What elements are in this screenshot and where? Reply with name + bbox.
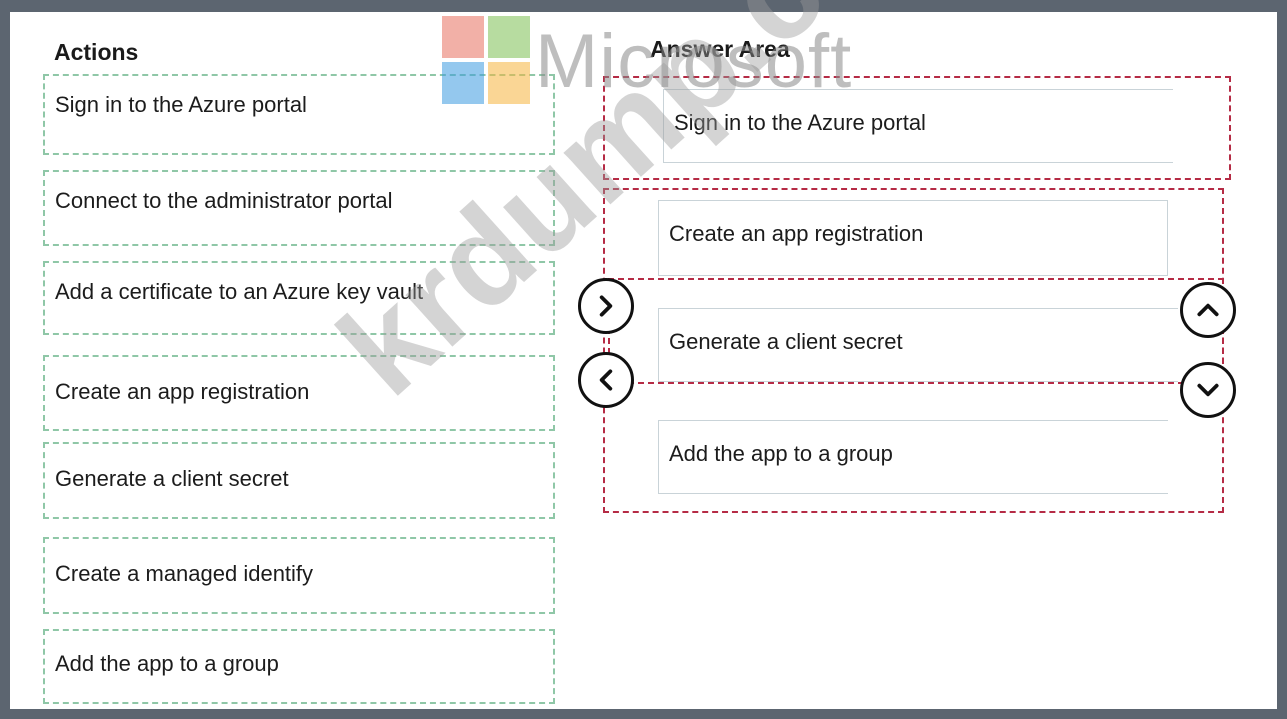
action-item[interactable]: Create an app registration bbox=[43, 355, 555, 431]
logo-square bbox=[488, 62, 530, 104]
action-item[interactable]: Create a managed identify bbox=[43, 537, 555, 614]
move-left-button[interactable] bbox=[578, 352, 634, 408]
action-item[interactable]: Generate a client secret bbox=[43, 442, 555, 519]
action-item-label: Add a certificate to an Azure key vault bbox=[55, 279, 424, 304]
chevron-left-icon bbox=[599, 369, 613, 391]
action-item[interactable]: Add a certificate to an Azure key vault bbox=[43, 261, 555, 335]
answer-item[interactable]: Create an app registration bbox=[658, 200, 1168, 276]
microsoft-watermark: Microsoft bbox=[535, 19, 853, 104]
action-item-label: Create a managed identify bbox=[55, 561, 314, 586]
answer-item-label: Sign in to the Azure portal bbox=[674, 110, 926, 135]
move-up-button[interactable] bbox=[1180, 282, 1236, 338]
action-item[interactable]: Connect to the administrator portal bbox=[43, 170, 555, 246]
answer-item-label: Add the app to a group bbox=[669, 441, 893, 466]
answer-item-label: Generate a client secret bbox=[669, 329, 903, 354]
answer-item[interactable]: Generate a client secret bbox=[658, 308, 1178, 382]
logo-square bbox=[442, 16, 484, 58]
action-item-label: Generate a client secret bbox=[55, 466, 289, 491]
drag-drop-question: Actions Sign in to the Azure portal Conn… bbox=[10, 0, 1277, 709]
actions-heading: Actions bbox=[54, 39, 139, 65]
action-item-label: Add the app to a group bbox=[55, 651, 279, 676]
move-right-button[interactable] bbox=[578, 278, 634, 334]
chevron-right-icon bbox=[599, 295, 613, 317]
logo-square bbox=[488, 16, 530, 58]
action-item-label: Sign in to the Azure portal bbox=[55, 92, 307, 117]
move-down-button[interactable] bbox=[1180, 362, 1236, 418]
chevron-up-icon bbox=[1197, 303, 1219, 317]
logo-square bbox=[442, 62, 484, 104]
action-item-label: Connect to the administrator portal bbox=[55, 188, 393, 213]
answer-item[interactable]: Add the app to a group bbox=[658, 420, 1168, 494]
action-item[interactable]: Add the app to a group bbox=[43, 629, 555, 704]
action-item-label: Create an app registration bbox=[55, 379, 310, 404]
chevron-down-icon bbox=[1197, 383, 1219, 397]
answer-item-label: Create an app registration bbox=[669, 221, 924, 246]
